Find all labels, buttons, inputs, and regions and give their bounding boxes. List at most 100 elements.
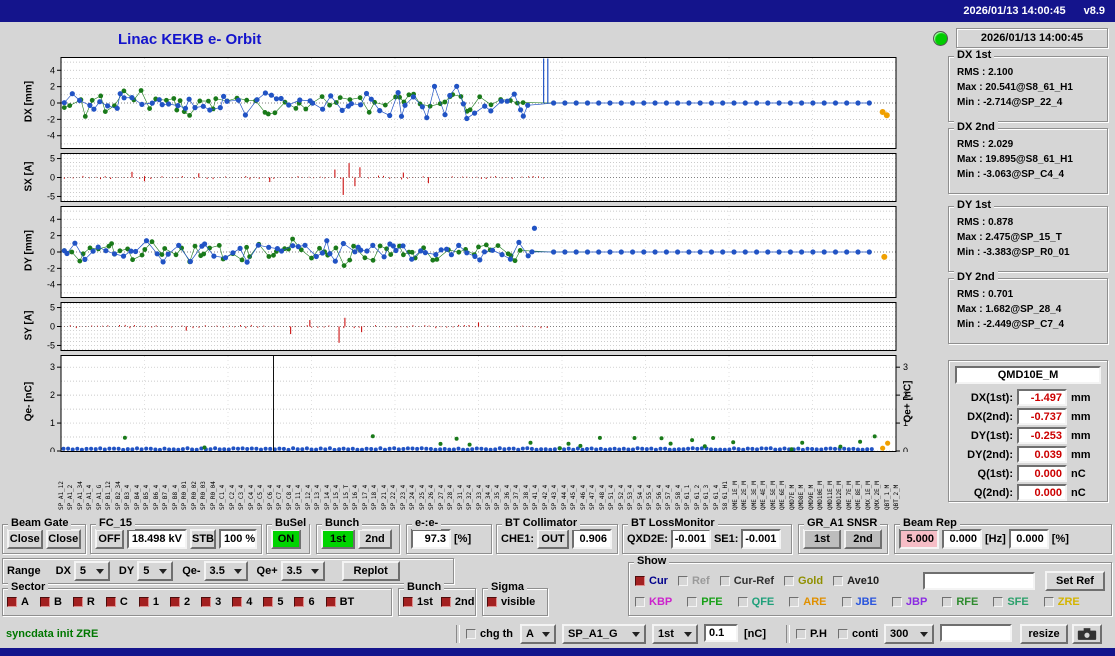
gr-a1-1st-button[interactable]: 1st [803, 529, 841, 549]
sector-checkbox-b[interactable]: B [39, 596, 62, 608]
sigma-checkbox-visible[interactable]: visible [487, 596, 535, 608]
group-range: Range DX 5 DY 5 Qe- 3.5 Qe+ 3.5 Replot [2, 558, 454, 584]
show-checkbox-ave10[interactable]: Ave10 [833, 575, 879, 587]
stats-box-dx-1st: DX 1st RMS : 2.100 Max : 20.541@S8_61_H1… [948, 49, 1108, 122]
group-label: BT LossMonitor [628, 517, 718, 530]
bunch-checkbox-1st[interactable]: 1st [403, 596, 433, 608]
bpm-name-label: QMD12E_M [836, 481, 844, 510]
show-checkbox-sfe[interactable]: SFE [993, 596, 1029, 608]
interval-dropdown[interactable]: 300 [884, 624, 934, 644]
mode-dropdown[interactable]: A [520, 624, 556, 644]
window-titlebar: 2026/01/13 14:00:45 v8.9 [0, 0, 1115, 22]
conti-checkbox[interactable]: conti [838, 628, 878, 640]
sector-checkbox-r[interactable]: R [72, 596, 95, 608]
show-row1-items: Cur Ref Cur-Ref Gold Ave10 [635, 575, 879, 587]
show-checkbox-pfe[interactable]: PFE [687, 596, 723, 608]
svg-text:-4: -4 [47, 131, 55, 141]
ee-ratio-unit: [%] [454, 533, 472, 545]
show-checkbox-kbp[interactable]: KBP [635, 596, 672, 608]
range-qe-plus-dropdown[interactable]: 3.5 [280, 561, 325, 581]
sector-checkbox-3[interactable]: 3 [201, 596, 221, 608]
checkbox-indicator [72, 597, 83, 607]
stat-min: Min : -3.383@SP_R0_01 [957, 247, 1070, 258]
show-checkbox-jbp[interactable]: JBP [891, 596, 927, 608]
bunch-1st-button[interactable]: 1st [321, 529, 355, 549]
threshold-input[interactable] [704, 624, 738, 642]
sector-checkbox-4[interactable]: 4 [232, 596, 252, 608]
bunch-2nd-button[interactable]: 2nd [358, 529, 392, 549]
sector-checkbox-5[interactable]: 5 [263, 596, 283, 608]
gr-a1-2nd-button[interactable]: 2nd [844, 529, 882, 549]
bpm-name-label: QME_7E_M [845, 481, 853, 510]
checkbox-label: visible [501, 596, 536, 608]
set-ref-button[interactable]: Set Ref [1045, 570, 1105, 591]
show-checkbox-cur-ref[interactable]: Cur-Ref [719, 575, 774, 587]
bpm-name-label: SP_R0_03 [200, 481, 208, 510]
bunch-dropdown[interactable]: 1st [652, 624, 698, 644]
titlebar-datetime: 2026/01/13 14:00:45 [963, 5, 1066, 17]
show-checkbox-cur[interactable]: Cur [635, 575, 668, 587]
checkbox-label: QFE [751, 595, 775, 608]
range-qe-plus-label: Qe+ [256, 565, 278, 577]
bpm-name-label: SP_C6_4 [266, 484, 274, 510]
beam-gate-close-button-1[interactable]: Close [7, 529, 43, 549]
beam-rep-hz-unit: [Hz] [985, 533, 1006, 545]
bpm-name-label: SP_C1_4 [219, 484, 227, 510]
beam-gate-close-button-2[interactable]: Close [45, 529, 81, 549]
svg-text:4: 4 [50, 214, 55, 224]
fc15-kv-display: 18.498 kV [126, 529, 187, 549]
bpm-name-label: SP_17_4 [361, 484, 369, 510]
qmd-row-unit: mm [1071, 448, 1091, 461]
busel-on-button[interactable]: ON [271, 529, 301, 549]
group-label: FC_15 [96, 517, 136, 530]
plot-dx: 4 2 0 -2 -4 [39, 57, 897, 149]
group-gr-a1-snsr: GR_A1 SNSR 1st 2nd [798, 517, 888, 554]
bunch-checkbox-2nd[interactable]: 2nd [440, 596, 474, 608]
bpm-name-label: SP_C2_4 [228, 484, 236, 510]
range-qe-minus-dropdown[interactable]: 3.5 [203, 561, 248, 581]
group-label: Beam Rep [900, 517, 960, 530]
svg-text:5: 5 [50, 303, 55, 313]
ref-name-input[interactable] [923, 571, 1035, 590]
bpm-name-label: SP_16_4 [352, 484, 360, 510]
show-checkbox-rfe[interactable]: RFE [942, 596, 978, 608]
show-checkbox-zre[interactable]: ZRE [1043, 596, 1080, 608]
qmd-row: Q(2nd): 0.000 nC [949, 483, 1107, 502]
aux-input[interactable] [940, 624, 1012, 642]
bpm-name-label: SP_36_4 [503, 484, 511, 510]
status-time: 2026/01/13 14:00:45 [956, 28, 1108, 48]
group-label: Sigma [488, 581, 528, 594]
qmd-row-unit: nC [1071, 467, 1086, 480]
bpm-name-label: SP_B2_34 [114, 481, 122, 510]
checkbox-indicator [201, 597, 212, 607]
svg-text:2: 2 [50, 390, 55, 400]
resize-button[interactable]: resize [1020, 624, 1068, 644]
ph-checkbox[interactable]: P.H [796, 628, 827, 640]
bpm-name-label: SP_B6_4 [152, 484, 160, 510]
show-checkbox-jbe[interactable]: JBE [841, 596, 877, 608]
stat-max: Max : 2.475@SP_15_T [957, 232, 1062, 243]
range-dy-dropdown[interactable]: 5 [137, 561, 174, 581]
sector-checkbox-a[interactable]: A [7, 596, 29, 608]
sector-checkbox-c[interactable]: C [105, 596, 128, 608]
show-checkbox-qfe[interactable]: QFE [737, 595, 775, 608]
che1-out-button[interactable]: OUT [537, 529, 570, 549]
sector-checkbox-6[interactable]: 6 [294, 596, 315, 608]
device-dropdown[interactable]: SP_A1_G [562, 624, 646, 644]
fc15-off-button[interactable]: OFF [95, 529, 124, 549]
show-checkbox-ref[interactable]: Ref [677, 575, 710, 587]
sector-checkbox-bt[interactable]: BT [325, 596, 354, 608]
bpm-name-label: SP_42_4 [541, 484, 549, 510]
checkbox-indicator [487, 597, 497, 607]
show-checkbox-are[interactable]: ARE [789, 596, 827, 608]
checkbox-label: A [21, 596, 29, 608]
sector-checkbox-1[interactable]: 1 [138, 596, 159, 608]
replot-button[interactable]: Replot [341, 561, 400, 581]
plot-sy: 5 0 -5 [39, 302, 897, 351]
chg-th-checkbox[interactable]: chg th [466, 628, 513, 640]
show-checkbox-gold[interactable]: Gold [784, 575, 823, 587]
range-dx-dropdown[interactable]: 5 [73, 561, 110, 581]
fc15-stb-button[interactable]: STB [190, 529, 216, 549]
sector-checkbox-2[interactable]: 2 [169, 596, 190, 608]
screenshot-button[interactable] [1072, 624, 1102, 644]
